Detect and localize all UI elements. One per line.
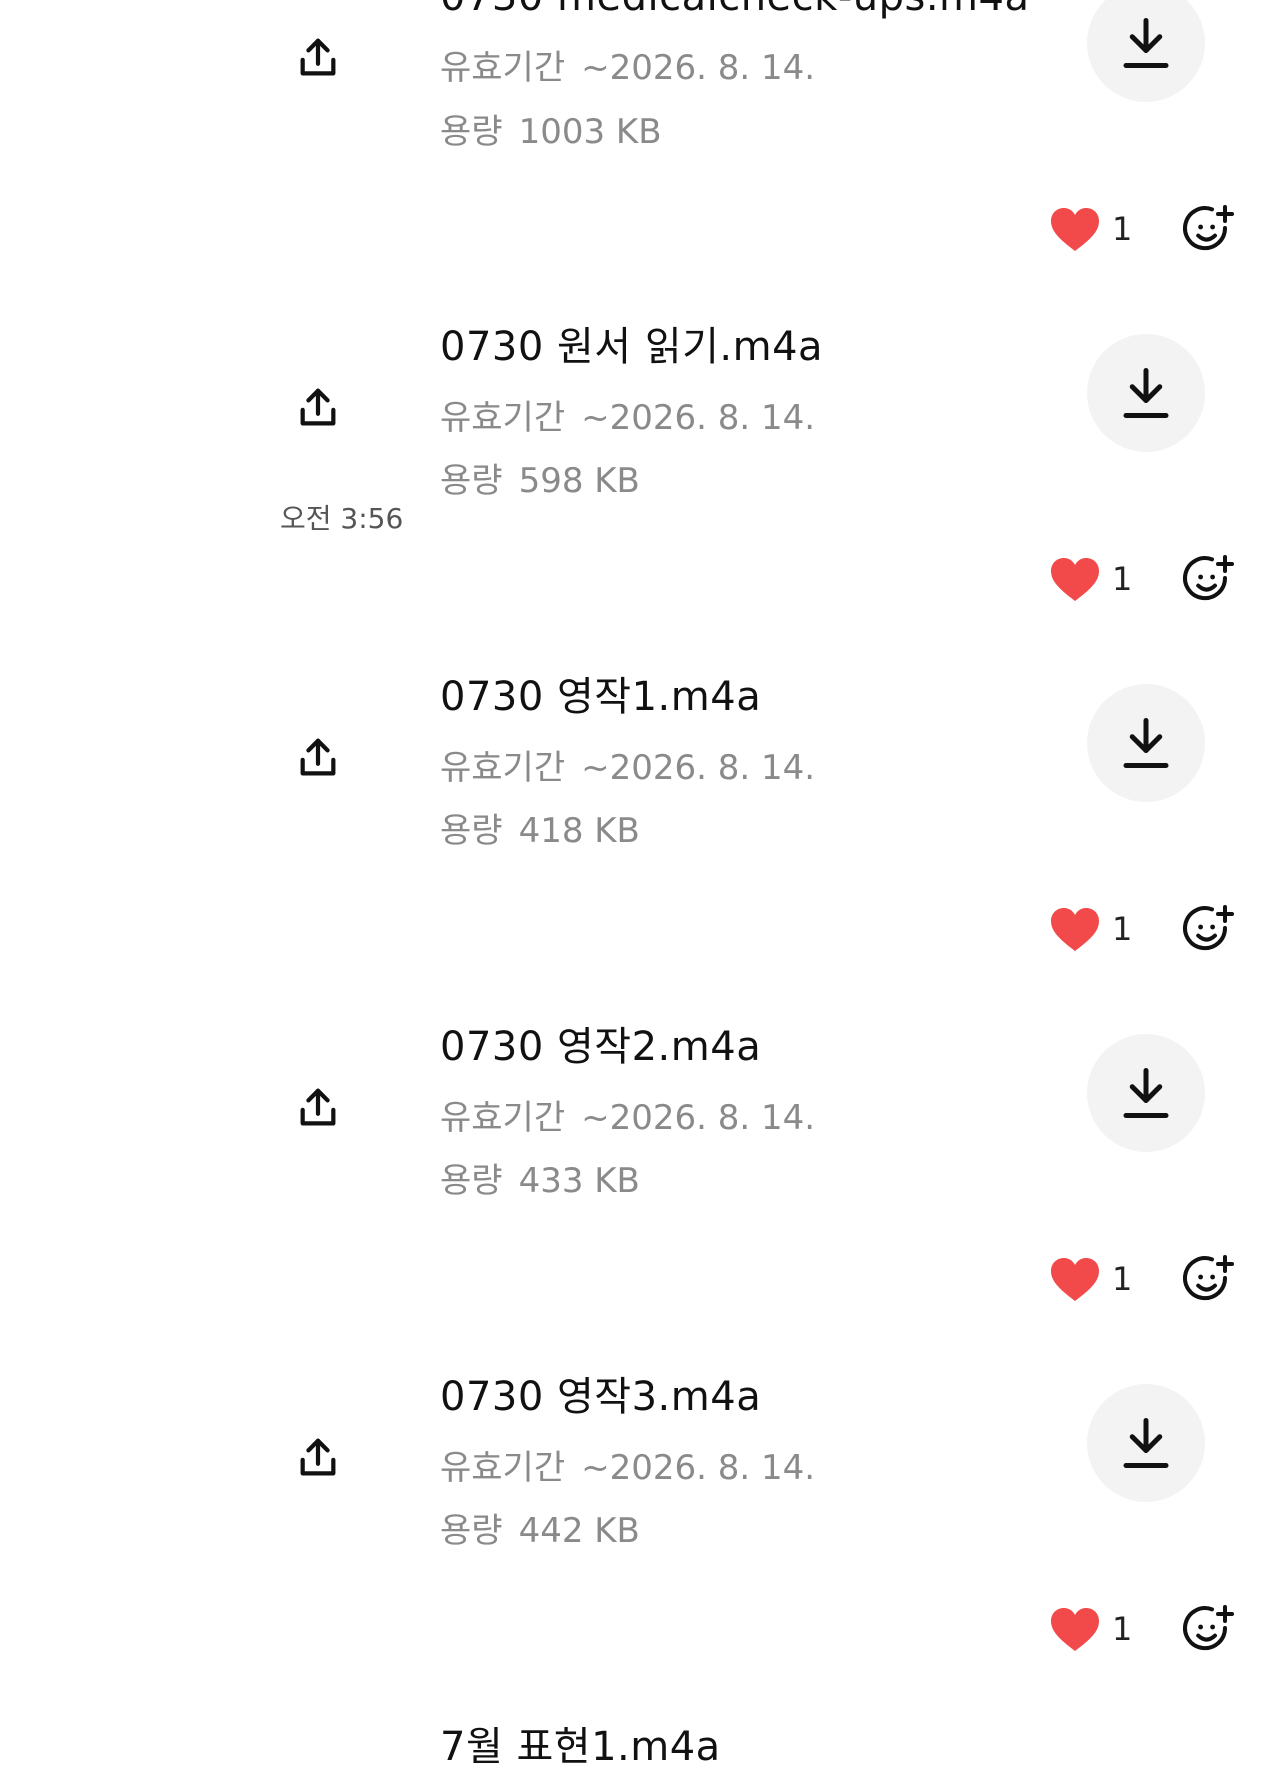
file-expiry: 유효기간 ~2026. 8. 14. [440, 398, 816, 438]
download-icon [1123, 18, 1169, 68]
download-button[interactable] [1087, 0, 1205, 102]
download-icon [1123, 368, 1169, 418]
like-button[interactable] [1049, 557, 1101, 603]
add-reaction-icon [1183, 205, 1234, 251]
like-count: 1 [1112, 1610, 1133, 1648]
heart-icon [1051, 558, 1099, 601]
like-count: 1 [1112, 910, 1133, 948]
share-button[interactable] [292, 1082, 344, 1134]
add-reaction-icon [1183, 1605, 1234, 1651]
like-button[interactable] [1049, 207, 1101, 253]
add-reaction-button[interactable] [1181, 553, 1237, 609]
like-count: 1 [1112, 1260, 1133, 1298]
like-count: 1 [1112, 210, 1133, 248]
add-reaction-button[interactable] [1181, 203, 1237, 259]
download-button[interactable] [1087, 684, 1205, 802]
message-time: 오전 3:56 [280, 502, 404, 535]
like-button[interactable] [1049, 907, 1101, 953]
file-name: 0730 원서 읽기.m4a [440, 324, 824, 370]
file-name: 0730 medicalcheck-ups.m4a [440, 0, 1029, 20]
add-reaction-icon [1183, 555, 1234, 601]
file-expiry: 유효기간 ~2026. 8. 14. [440, 48, 816, 88]
heart-icon [1051, 1608, 1099, 1651]
add-reaction-button[interactable] [1181, 1603, 1237, 1659]
download-button[interactable] [1087, 1384, 1205, 1502]
file-size: 용량 1003 KB [440, 112, 662, 152]
share-button[interactable] [292, 382, 344, 434]
file-name: 0730 영작1.m4a [440, 674, 762, 720]
file-expiry: 유효기간 ~2026. 8. 14. [440, 1448, 816, 1488]
share-icon [300, 38, 336, 76]
heart-icon [1051, 208, 1099, 251]
like-button[interactable] [1049, 1607, 1101, 1653]
share-icon [300, 1438, 336, 1476]
like-count: 1 [1112, 560, 1133, 598]
file-expiry: 유효기간 ~2026. 8. 14. [440, 748, 816, 788]
download-icon [1123, 718, 1169, 768]
share-button[interactable] [292, 32, 344, 84]
add-reaction-icon [1183, 905, 1234, 951]
add-reaction-button[interactable] [1181, 903, 1237, 959]
share-button[interactable] [292, 732, 344, 784]
add-reaction-button[interactable] [1181, 1253, 1237, 1309]
download-icon [1123, 1068, 1169, 1118]
file-size: 용량 442 KB [440, 1511, 640, 1551]
share-button[interactable] [292, 1432, 344, 1484]
download-button[interactable] [1087, 1034, 1205, 1152]
file-size: 용량 433 KB [440, 1161, 640, 1201]
heart-icon [1051, 908, 1099, 951]
file-name: 7월 표현1.m4a [440, 1724, 721, 1770]
file-size: 용량 418 KB [440, 811, 640, 851]
share-icon [300, 1088, 336, 1126]
download-icon [1123, 1418, 1169, 1468]
share-icon [300, 388, 336, 426]
file-name: 0730 영작2.m4a [440, 1024, 762, 1070]
share-icon [300, 738, 336, 776]
like-button[interactable] [1049, 1257, 1101, 1303]
add-reaction-icon [1183, 1255, 1234, 1301]
file-name: 0730 영작3.m4a [440, 1374, 762, 1420]
heart-icon [1051, 1258, 1099, 1301]
download-button[interactable] [1087, 334, 1205, 452]
file-size: 용량 598 KB [440, 461, 640, 501]
file-expiry: 유효기간 ~2026. 8. 14. [440, 1098, 816, 1138]
